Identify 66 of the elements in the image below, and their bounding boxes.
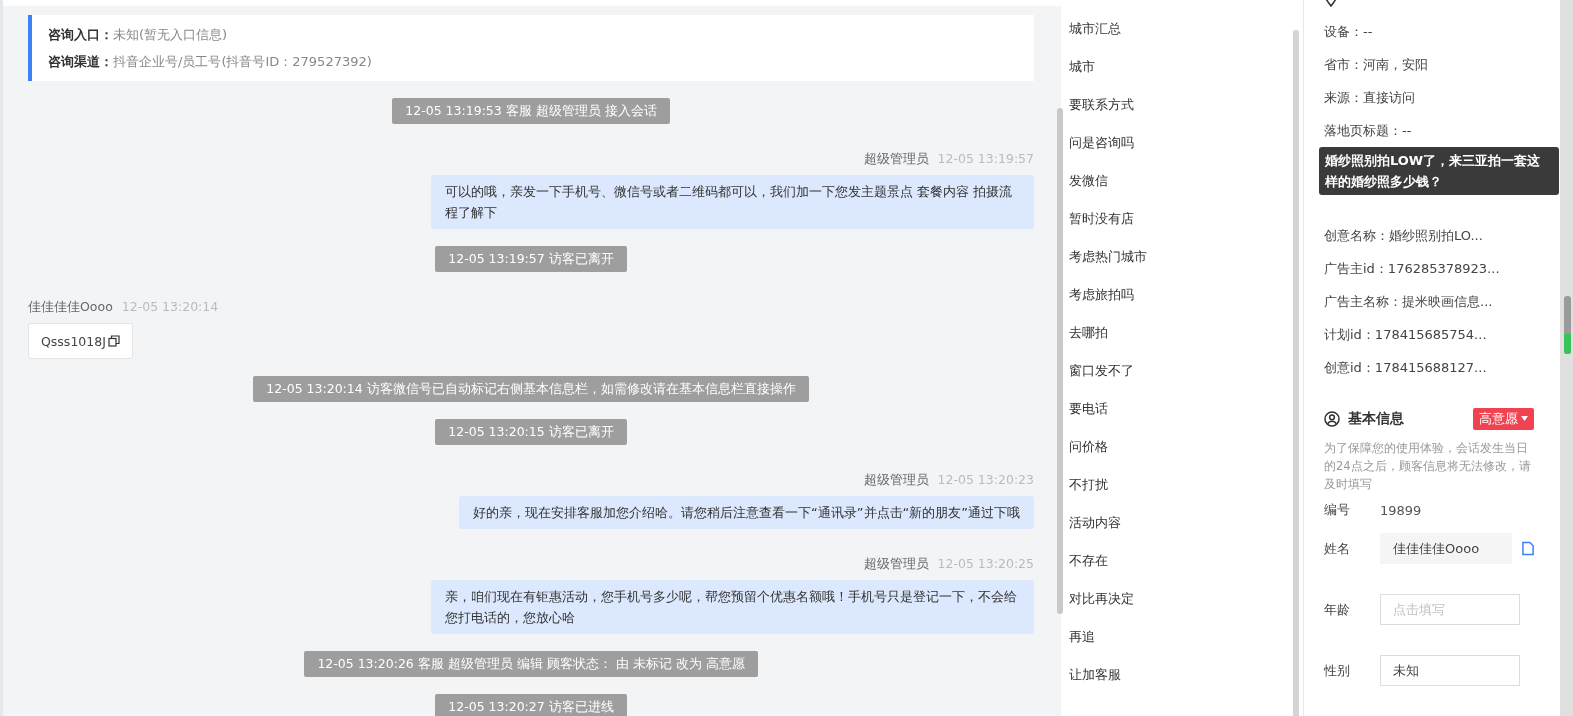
quick-reply-item[interactable]: 活动内容	[1068, 512, 1303, 533]
consult-info-line: 咨询入口：未知(暂无入口信息)	[48, 26, 229, 44]
scrollbar[interactable]	[1293, 30, 1299, 716]
input-field[interactable]: 点击填写	[1380, 594, 1520, 625]
section-title: 基本信息	[1348, 409, 1404, 428]
name-field: 佳佳佳佳Oooo	[1380, 533, 1512, 564]
sender-name: 佳佳佳佳Oooo	[28, 299, 113, 316]
message-time: 12-05 13:20:23	[937, 472, 1034, 489]
agent-message: 可以的哦，亲发一下手机号、微信号或者二维码都可以，我们加一下您发主题景点 套餐内容 拍摄流程了解下	[431, 175, 1034, 229]
system-notice: 12-05 13:20:27 访客已进线	[435, 694, 627, 716]
quick-reply-item[interactable]: 发微信	[1068, 170, 1303, 191]
copy-icon[interactable]	[107, 335, 120, 347]
quick-reply-item[interactable]: 让加客服	[1068, 664, 1303, 685]
system-notice: 12-05 13:19:53 客服 超级管理员 接入会话	[392, 98, 670, 124]
quick-reply-item[interactable]: 再追	[1068, 626, 1303, 647]
quick-reply-item[interactable]: 不存在	[1068, 550, 1303, 571]
field-label: 编号	[1324, 501, 1351, 519]
source-info-row-text: 广告主名称：提米映画信息...	[1324, 293, 1494, 311]
scrollbar-thumb[interactable]	[1564, 296, 1571, 354]
source-info-row-text: 落地页标题：--	[1324, 122, 1413, 140]
status-dropdown[interactable]: 高意愿	[1473, 407, 1534, 430]
sender-name: 超级管理员	[863, 556, 929, 573]
quick-reply-item[interactable]: 不打扰	[1068, 474, 1303, 495]
quick-reply-item[interactable]: 考虑旅拍吗	[1068, 284, 1303, 305]
quick-reply-item[interactable]: 要联系方式	[1068, 94, 1303, 115]
field-label: 性别	[1324, 661, 1351, 680]
system-notice: 12-05 13:20:15 访客已离开	[435, 419, 627, 445]
agent-message: 亲，咱们现在有钜惠活动，您手机号多少呢，帮您预留个优惠名额哦！手机号只是登记一下，不会给您打电话的，您放心哈	[431, 580, 1034, 634]
quick-reply-item[interactable]: 要电话	[1068, 398, 1303, 419]
sender-name: 超级管理员	[863, 151, 929, 168]
tooltip: 婚纱照别拍LOW了，来三亚拍一套这样的婚纱照多少钱？	[1319, 147, 1559, 195]
message-time: 12-05 13:19:57	[937, 151, 1034, 168]
source-info-row-text: 创意名称：婚纱照别拍LO...	[1324, 227, 1484, 245]
message-text: Qsss1018J	[41, 333, 106, 349]
system-notice: 12-05 13:19:57 访客已离开	[435, 246, 627, 272]
field-label: 年龄	[1324, 600, 1351, 619]
source-info-row-text: 来源：直接访问	[1324, 89, 1416, 107]
quick-reply-item[interactable]: 去哪拍	[1068, 322, 1303, 343]
quick-reply-item[interactable]: 问是咨询吗	[1068, 132, 1303, 153]
system-notice: 12-05 13:20:14 访客微信号已自动标记右侧基本信息栏，如需修改请在基本信息栏直接操作	[253, 376, 809, 402]
field-label: 姓名	[1324, 539, 1351, 558]
message-time: 12-05 13:20:14	[121, 299, 219, 316]
quick-reply-item[interactable]: 问价格	[1068, 436, 1303, 457]
consult-info-line: 咨询渠道：抖音企业号/员工号(抖音号ID：279527392)	[48, 53, 373, 71]
quick-reply-item[interactable]: 城市	[1068, 56, 1303, 77]
field-value: 19899	[1380, 502, 1422, 518]
document-icon[interactable]	[1521, 541, 1534, 556]
message-time: 12-05 13:20:25	[937, 556, 1034, 573]
quick-reply-item[interactable]: 对比再决定	[1068, 588, 1303, 609]
input-field[interactable]: 未知	[1380, 655, 1520, 686]
quick-reply-item[interactable]: 窗口发不了	[1068, 360, 1303, 381]
system-notice: 12-05 13:20:26 客服 超级管理员 编辑 顾客状态： 由 未标记 改为 高意愿	[304, 651, 758, 677]
source-info-row-text: 设备：--	[1324, 23, 1374, 41]
caret-icon	[1521, 416, 1528, 421]
source-info-row-text: 广告主id：176285378923...	[1324, 260, 1501, 278]
agent-message: 好的亲，现在安排客服加您介绍哈。请您稍后注意查看一下“通讯录”并点击“新的朋友”通过下哦	[459, 496, 1034, 529]
user-circle-icon	[1324, 410, 1340, 427]
source-info-row-text: 省市：河南，安阳	[1324, 56, 1429, 74]
source-info-row-text: 计划id：178415685754...	[1324, 326, 1488, 344]
sender-name: 超级管理员	[863, 472, 929, 489]
scrollbar[interactable]	[1057, 108, 1063, 614]
quick-reply-item[interactable]: 暂时没有店	[1068, 208, 1303, 229]
source-info-row-text: 创意id：178415688127...	[1324, 359, 1488, 377]
quick-reply-item[interactable]: 考虑热门城市	[1068, 246, 1303, 267]
quick-reply-item[interactable]: 城市汇总	[1068, 18, 1303, 39]
notice-text: 为了保障您的使用体验，会话发生当日的24点之后，顾客信息将无法修改，请及时填写	[1324, 440, 1532, 493]
